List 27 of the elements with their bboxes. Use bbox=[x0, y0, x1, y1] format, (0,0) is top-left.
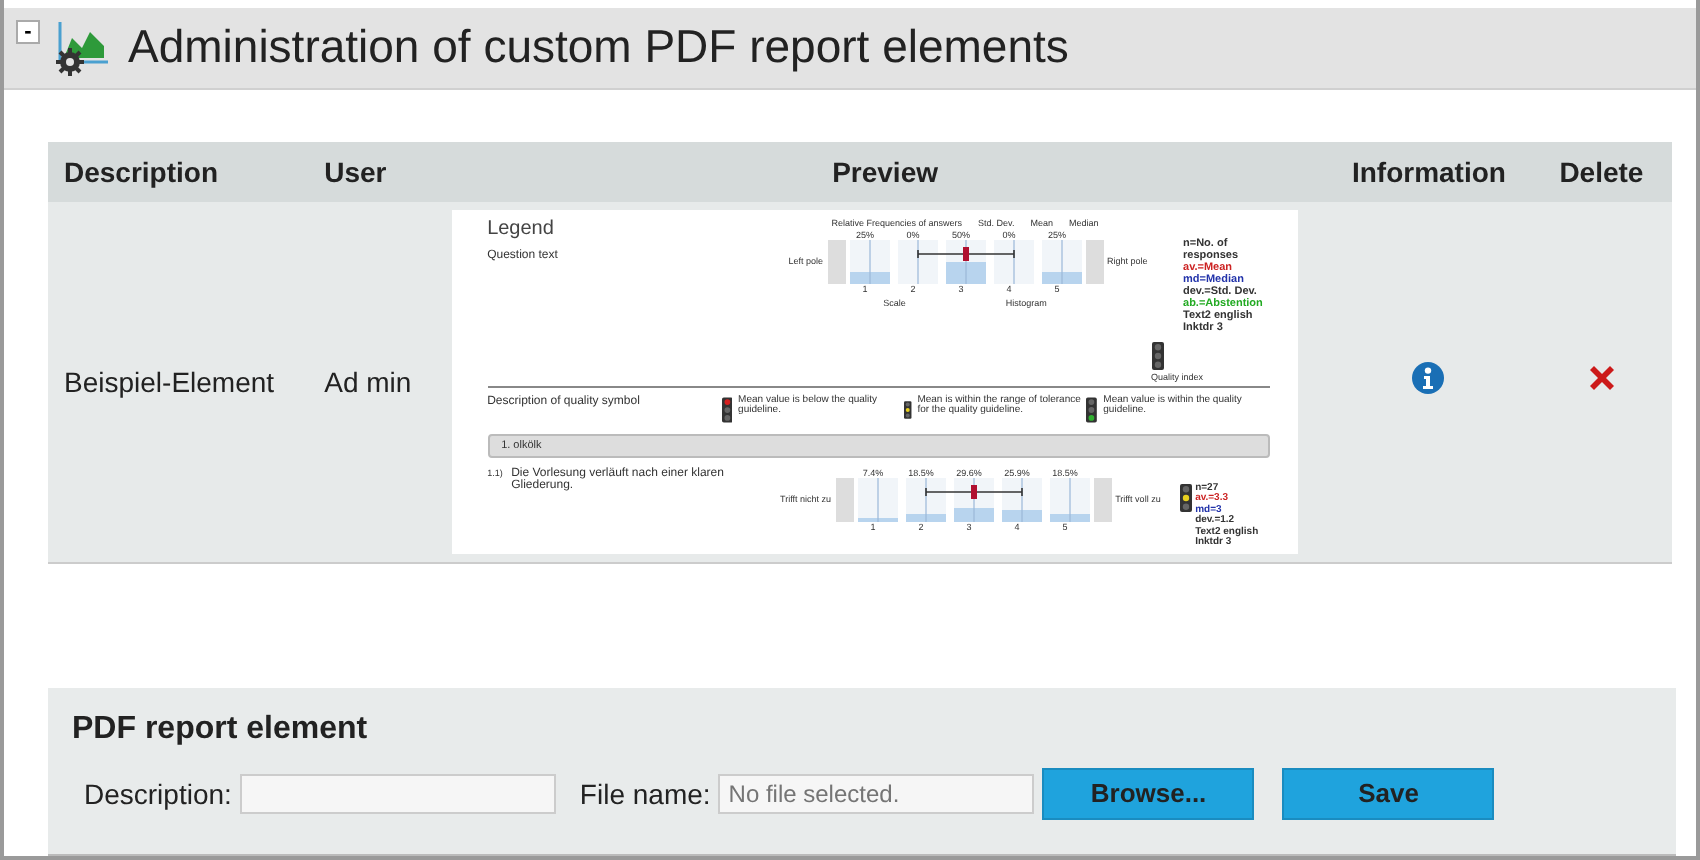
pole-box bbox=[1085, 239, 1104, 284]
pole-box bbox=[827, 239, 846, 284]
browse-button[interactable]: Browse... bbox=[1042, 767, 1255, 820]
table-cell: Ad min bbox=[308, 201, 444, 563]
pole-box bbox=[835, 477, 854, 522]
traffic-light-icon bbox=[1151, 341, 1164, 370]
collapse-button[interactable]: - bbox=[16, 20, 40, 44]
field-label: Description: bbox=[84, 777, 232, 810]
delete-icon[interactable] bbox=[1585, 362, 1618, 395]
legend-heading: Legend bbox=[487, 217, 556, 240]
file-name-field[interactable]: No file selected. bbox=[718, 773, 1035, 814]
pole-box bbox=[1093, 477, 1112, 522]
column-header: Description bbox=[48, 141, 309, 202]
column-header: Delete bbox=[1530, 141, 1672, 202]
column-header: Preview bbox=[443, 141, 1328, 202]
column-header: User bbox=[308, 141, 444, 202]
chart-gear-icon bbox=[52, 17, 112, 78]
column-header: Information bbox=[1327, 141, 1531, 202]
info-icon[interactable] bbox=[1412, 362, 1445, 395]
table-cell: Beispiel-Element bbox=[48, 201, 309, 563]
form-title: PDF report element bbox=[72, 711, 370, 748]
description-field[interactable] bbox=[239, 773, 556, 814]
save-button[interactable]: Save bbox=[1282, 767, 1495, 820]
range-line-drawing bbox=[924, 484, 1022, 499]
range-line-drawing bbox=[916, 246, 1014, 261]
field-label: File name: bbox=[579, 777, 711, 810]
page-title: Administration of custom PDF report elements bbox=[128, 20, 1069, 75]
